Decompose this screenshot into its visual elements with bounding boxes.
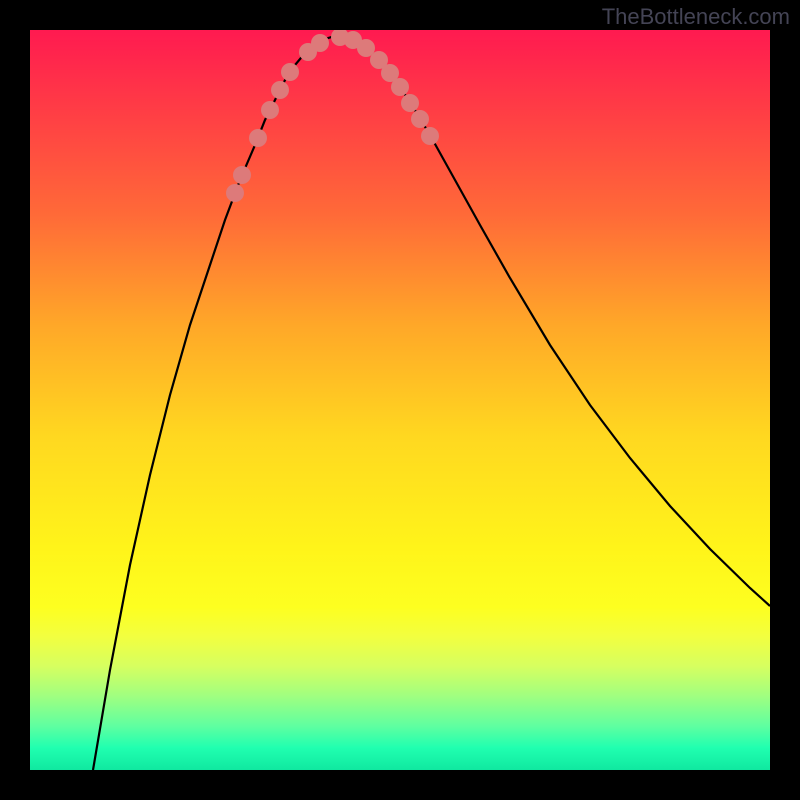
marker-dot xyxy=(261,101,279,119)
marker-dot xyxy=(271,81,289,99)
plot-area xyxy=(30,30,770,770)
marker-dot xyxy=(233,166,251,184)
marker-dot xyxy=(249,129,267,147)
marker-dot xyxy=(281,63,299,81)
bottleneck-curve xyxy=(30,30,770,770)
marker-dot xyxy=(411,110,429,128)
marker-dot xyxy=(311,34,329,52)
marker-dot xyxy=(226,184,244,202)
curve-markers xyxy=(226,30,439,202)
marker-dot xyxy=(401,94,419,112)
marker-dot xyxy=(421,127,439,145)
marker-dot xyxy=(391,78,409,96)
watermark-text: TheBottleneck.com xyxy=(602,4,790,30)
curve-line xyxy=(93,36,770,770)
